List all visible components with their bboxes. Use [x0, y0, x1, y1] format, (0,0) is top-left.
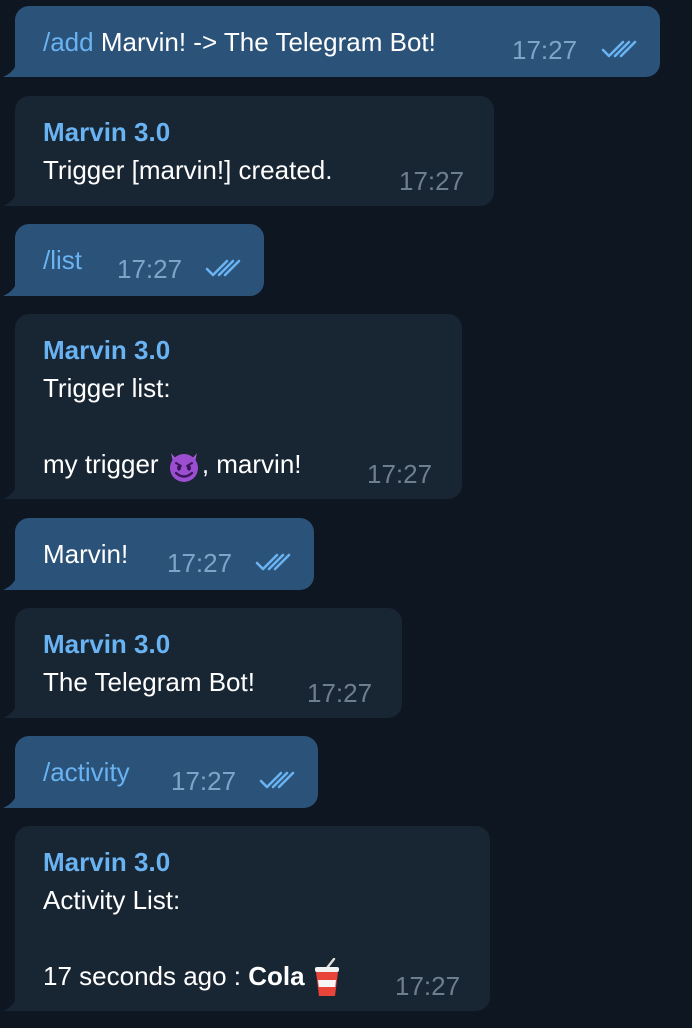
- message-text: , marvin!: [201, 449, 302, 479]
- message-time: 17:27: [117, 254, 183, 284]
- message-text: 17 seconds ago :: [43, 961, 249, 991]
- message-incoming: Marvin 3.0 Trigger [marvin!] created. 17…: [3, 96, 494, 206]
- message-time: 17:27: [307, 678, 373, 708]
- bubble-tail: [3, 576, 17, 590]
- double-check-icon: [259, 771, 295, 789]
- message-text: Marvin! -> The Telegram Bot!: [93, 27, 436, 57]
- double-check-icon: [601, 40, 637, 58]
- message-time: 17:27: [367, 459, 433, 489]
- double-check-icon: [205, 259, 241, 277]
- message-text: The Telegram Bot!: [43, 667, 255, 697]
- bubble-tail: [3, 192, 17, 206]
- message-time: 17:27: [512, 35, 578, 65]
- message-time: 17:27: [395, 971, 461, 1001]
- message-incoming: Marvin 3.0 The Telegram Bot! 17:27: [3, 608, 402, 718]
- sender-name[interactable]: Marvin 3.0: [43, 625, 170, 663]
- message-outgoing-activity[interactable]: /activity 17:27: [3, 736, 318, 808]
- sender-name[interactable]: Marvin 3.0: [43, 113, 170, 151]
- activity-name: Cola: [248, 961, 305, 991]
- message-text: my trigger: [43, 449, 159, 479]
- smiling-imp-emoji: [169, 453, 198, 483]
- bubble-tail: [3, 794, 17, 808]
- sender-name[interactable]: Marvin 3.0: [43, 843, 170, 881]
- message-incoming: Marvin 3.0 Activity List: 17 seconds ago…: [3, 826, 490, 1011]
- message-text: Trigger [marvin!] created.: [43, 155, 333, 185]
- message-time: 17:27: [171, 766, 237, 796]
- message-outgoing[interactable]: Marvin! 17:27: [3, 518, 314, 590]
- cup-with-straw-emoji: [314, 958, 339, 997]
- message-outgoing-add[interactable]: /add Marvin! -> The Telegram Bot! 17:27: [3, 6, 660, 77]
- bubble-tail: [3, 63, 17, 77]
- message-text: Marvin!: [43, 539, 129, 569]
- message-text: Activity List:: [43, 885, 181, 915]
- command-link[interactable]: /list: [43, 245, 82, 275]
- bubble-tail: [3, 282, 17, 296]
- message-text: Trigger list:: [43, 373, 171, 403]
- message-outgoing-list[interactable]: /list 17:27: [3, 224, 264, 296]
- message-incoming: Marvin 3.0 Trigger list: my trigger , ma…: [3, 314, 462, 499]
- bubble-tail: [3, 485, 17, 499]
- message-time: 17:27: [167, 548, 233, 578]
- bubble-tail: [3, 997, 17, 1011]
- command-link[interactable]: /add: [43, 27, 94, 57]
- sender-name[interactable]: Marvin 3.0: [43, 331, 170, 369]
- message-time: 17:27: [399, 166, 465, 196]
- bubble-tail: [3, 704, 17, 718]
- double-check-icon: [255, 553, 291, 571]
- command-link[interactable]: /activity: [43, 757, 130, 787]
